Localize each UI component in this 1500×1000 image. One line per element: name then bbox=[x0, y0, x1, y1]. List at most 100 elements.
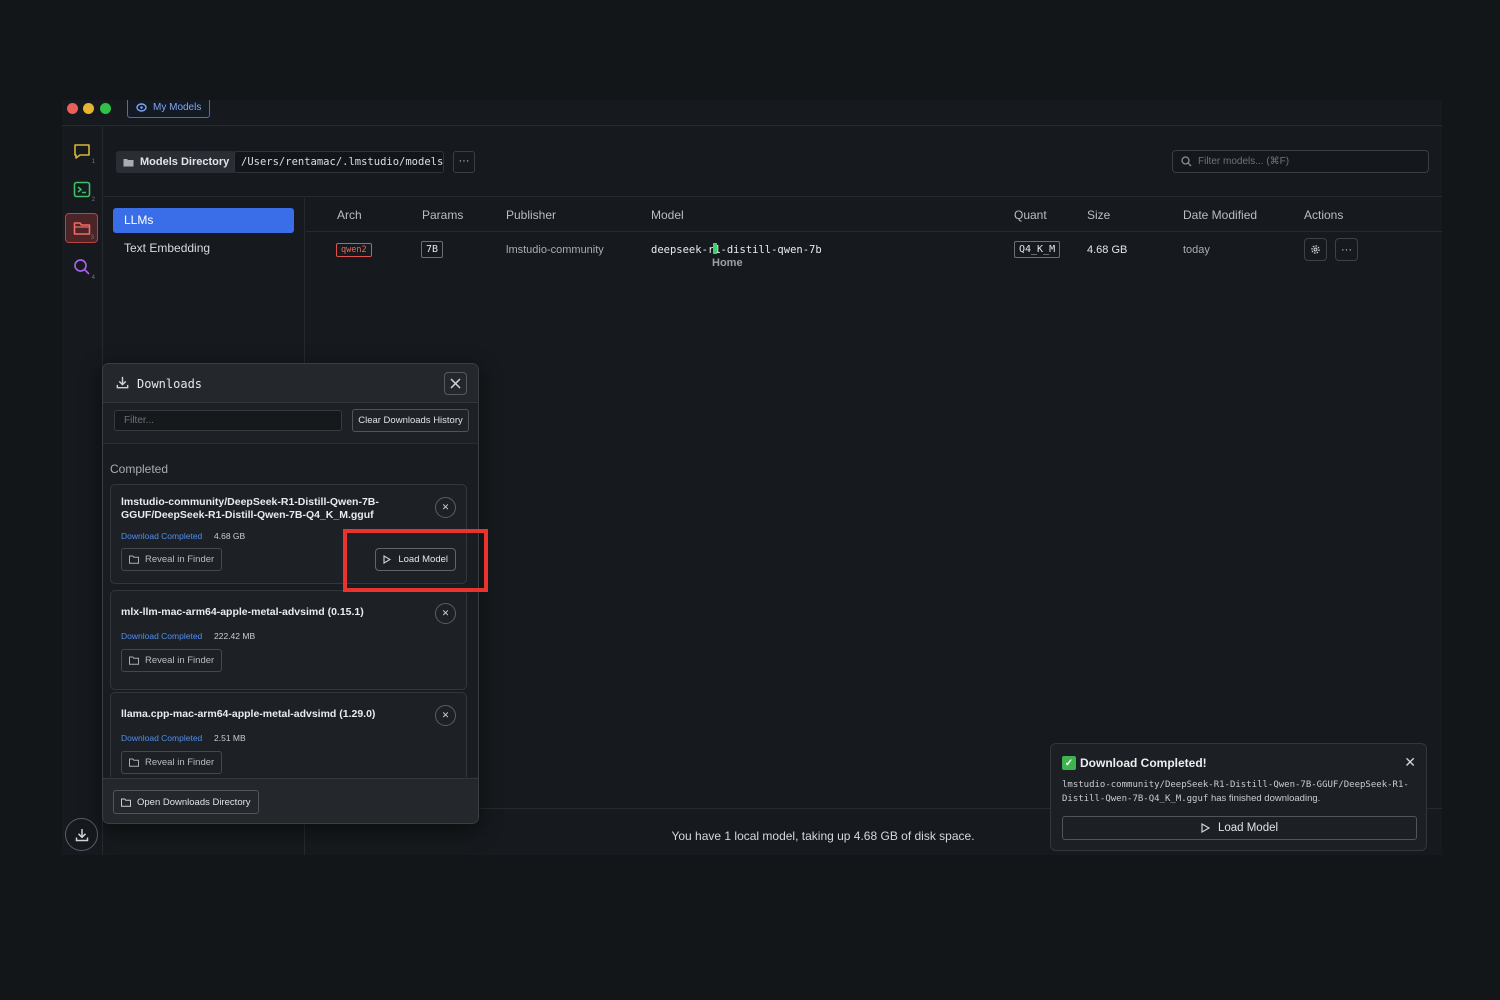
rail-num: 2 bbox=[91, 197, 95, 203]
home-tooltip: Home bbox=[712, 257, 743, 269]
model-more-button[interactable]: ··· bbox=[1335, 238, 1358, 261]
column-size[interactable]: Size bbox=[1087, 208, 1110, 222]
reveal-label: Reveal in Finder bbox=[145, 554, 215, 565]
open-downloads-directory-label: Open Downloads Directory bbox=[137, 796, 251, 808]
column-actions: Actions bbox=[1304, 208, 1344, 222]
downloads-filter-input[interactable] bbox=[114, 410, 342, 431]
terminal-icon bbox=[73, 181, 90, 197]
model-settings-button[interactable] bbox=[1304, 238, 1327, 261]
category-llms[interactable]: LLMs bbox=[113, 208, 294, 233]
models-directory-path[interactable]: /Users/rentamac/.lmstudio/models bbox=[234, 151, 444, 173]
filter-models-field[interactable] bbox=[1172, 150, 1429, 173]
tab-my-models[interactable]: My Models bbox=[127, 100, 211, 118]
folder-icon bbox=[123, 158, 134, 166]
minimize-window-button[interactable] bbox=[83, 103, 94, 114]
download-size: 4.68 GB bbox=[214, 531, 246, 541]
rail-num: 3 bbox=[90, 235, 94, 241]
folder-icon bbox=[129, 758, 139, 767]
play-icon bbox=[1201, 823, 1210, 833]
quant-badge: Q4_K_M bbox=[1014, 241, 1061, 258]
title-bar: My Models bbox=[62, 100, 1442, 126]
rail-my-models-button[interactable]: 3 bbox=[65, 213, 98, 243]
close-icon bbox=[450, 378, 461, 389]
arch-badge: qwen2 bbox=[336, 243, 372, 257]
reveal-in-finder-button[interactable]: Reveal in Finder bbox=[121, 649, 223, 672]
completed-section-label: Completed bbox=[110, 462, 169, 476]
column-quant[interactable]: Quant bbox=[1014, 208, 1047, 222]
download-size: 2.51 MB bbox=[214, 733, 246, 743]
column-model[interactable]: Model bbox=[651, 208, 684, 222]
column-arch[interactable]: Arch bbox=[337, 208, 362, 222]
download-icon bbox=[75, 828, 88, 841]
download-status: Download Completed bbox=[121, 531, 203, 541]
download-completed-toast: ✓ Download Completed! ✕ lmstudio-communi… bbox=[1050, 743, 1427, 851]
folder-icon bbox=[129, 555, 139, 564]
text-cursor bbox=[713, 243, 717, 254]
download-icon bbox=[116, 376, 129, 389]
rail-num: 1 bbox=[91, 159, 95, 165]
load-model-label: Load Model bbox=[398, 554, 448, 565]
folder-icon bbox=[73, 222, 90, 235]
toast-load-model-label: Load Model bbox=[1217, 822, 1279, 834]
downloads-close-button[interactable] bbox=[444, 372, 467, 395]
folder-icon bbox=[121, 798, 131, 807]
toast-close-button[interactable]: ✕ bbox=[1404, 754, 1416, 771]
play-icon bbox=[383, 555, 392, 564]
filter-models-input[interactable] bbox=[1198, 156, 1418, 167]
rail-num: 4 bbox=[91, 275, 95, 281]
download-item: llama.cpp-mac-arm64-apple-metal-advsimd … bbox=[110, 692, 467, 777]
download-size: 222.42 MB bbox=[214, 631, 256, 641]
search-icon bbox=[1181, 156, 1192, 167]
search-icon bbox=[73, 259, 90, 275]
tab-label: My Models bbox=[153, 101, 202, 113]
params-badge: 7B bbox=[421, 241, 444, 258]
downloads-footer: Open Downloads Directory bbox=[103, 778, 478, 823]
chat-icon bbox=[73, 143, 90, 159]
download-status: Download Completed bbox=[121, 733, 203, 743]
download-item: lmstudio-community/DeepSeek-R1-Distill-Q… bbox=[110, 484, 467, 584]
close-icon: ✕ bbox=[441, 502, 450, 512]
open-downloads-directory-button[interactable]: Open Downloads Directory bbox=[113, 790, 259, 814]
models-toolbar: Models Directory /Users/rentamac/.lmstud… bbox=[104, 126, 1442, 197]
downloads-panel: Downloads Clear Downloads History Comple… bbox=[102, 363, 479, 824]
folder-icon bbox=[129, 656, 139, 665]
rail-discover-button[interactable]: 4 bbox=[65, 252, 98, 282]
downloads-title: Downloads bbox=[137, 377, 203, 391]
publisher-cell: lmstudio-community bbox=[506, 244, 604, 256]
rail-downloads-button[interactable] bbox=[65, 818, 98, 851]
more-icon: ··· bbox=[1341, 243, 1352, 256]
column-params[interactable]: Params bbox=[422, 208, 463, 222]
close-window-button[interactable] bbox=[67, 103, 78, 114]
load-model-button[interactable]: Load Model bbox=[375, 548, 456, 571]
rail-developer-button[interactable]: 2 bbox=[65, 174, 98, 204]
reveal-label: Reveal in Finder bbox=[145, 655, 215, 666]
toast-title: Download Completed! bbox=[1080, 756, 1207, 770]
clear-downloads-history-button[interactable]: Clear Downloads History bbox=[352, 409, 469, 432]
download-item-name: lmstudio-community/DeepSeek-R1-Distill-Q… bbox=[121, 496, 379, 521]
rail-chat-button[interactable]: 1 bbox=[65, 136, 98, 166]
toast-suffix: has finished downloading. bbox=[1208, 793, 1321, 804]
models-directory-more-button[interactable]: ··· bbox=[453, 151, 475, 173]
column-publisher[interactable]: Publisher bbox=[506, 208, 556, 222]
models-directory-label: Models Directory bbox=[116, 151, 237, 173]
downloads-list[interactable]: Completed lmstudio-community/DeepSeek-R1… bbox=[103, 443, 478, 777]
model-name-cell: deepseek-r1-distill-qwen-7b bbox=[651, 244, 822, 256]
toast-message: lmstudio-community/DeepSeek-R1-Distill-Q… bbox=[1062, 778, 1417, 806]
category-text-embedding[interactable]: Text Embedding bbox=[113, 236, 294, 261]
download-item-name: mlx-llm-mac-arm64-apple-metal-advsimd (0… bbox=[121, 606, 364, 618]
close-icon: ✕ bbox=[441, 608, 450, 618]
gear-icon bbox=[1311, 245, 1320, 254]
size-cell: 4.68 GB bbox=[1087, 244, 1128, 256]
date-modified-cell: today bbox=[1183, 244, 1210, 256]
downloads-header: Downloads bbox=[103, 364, 478, 403]
models-icon bbox=[136, 102, 147, 112]
reveal-in-finder-button[interactable]: Reveal in Finder bbox=[121, 548, 223, 571]
remove-download-button[interactable]: ✕ bbox=[435, 497, 456, 518]
zoom-window-button[interactable] bbox=[100, 103, 111, 114]
toast-load-model-button[interactable]: Load Model bbox=[1062, 816, 1417, 840]
remove-download-button[interactable]: ✕ bbox=[435, 705, 456, 726]
remove-download-button[interactable]: ✕ bbox=[435, 603, 456, 624]
column-date-modified[interactable]: Date Modified bbox=[1183, 208, 1257, 222]
download-status: Download Completed bbox=[121, 631, 203, 641]
reveal-in-finder-button[interactable]: Reveal in Finder bbox=[121, 751, 223, 774]
